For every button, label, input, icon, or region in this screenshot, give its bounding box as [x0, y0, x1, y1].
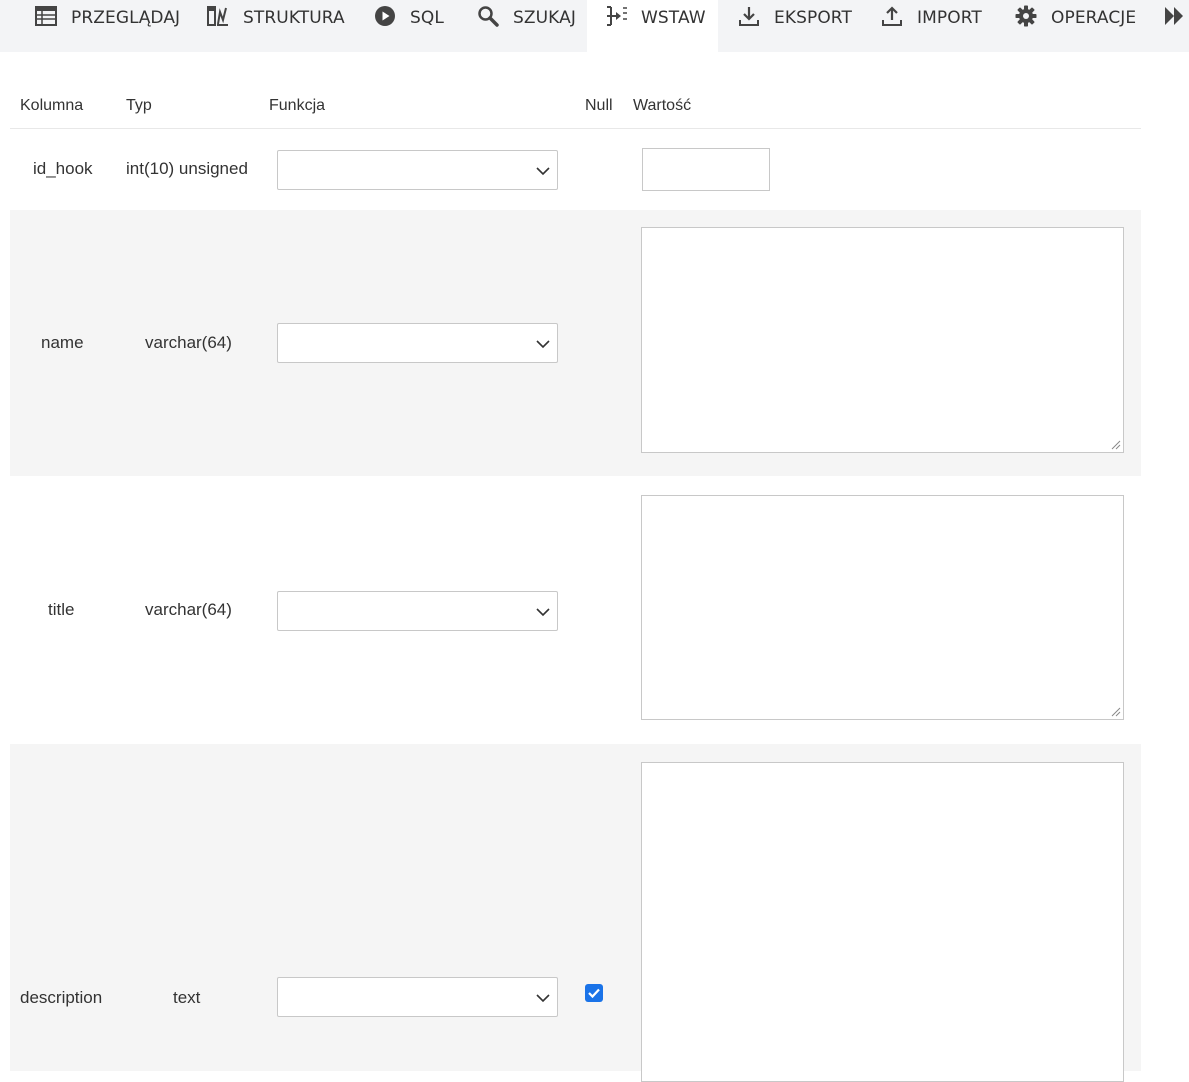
value-textarea[interactable]: [641, 495, 1124, 720]
chevron-down-icon: [536, 994, 550, 1003]
tab-structure[interactable]: STRUKTURA: [206, 0, 345, 52]
table-header: Kolumna Typ Funkcja Null Wartość: [10, 86, 1141, 129]
header-null: Null: [585, 97, 613, 114]
column-name: title: [48, 600, 75, 619]
export-icon: [739, 7, 759, 26]
table-browse-icon: [35, 6, 57, 26]
column-type: varchar(64): [145, 333, 232, 352]
import-icon: [882, 6, 902, 26]
tab-import[interactable]: IMPORT: [880, 0, 982, 52]
more-tabs-button[interactable]: [1163, 0, 1189, 52]
function-select[interactable]: [277, 323, 558, 363]
column-type: text: [173, 988, 201, 1007]
table-row: title varchar(64): [10, 476, 1141, 744]
insert-icon: [607, 6, 627, 26]
tab-search[interactable]: SZUKAJ: [476, 0, 576, 52]
chevron-down-icon: [536, 340, 550, 349]
value-textarea[interactable]: [641, 227, 1124, 453]
search-icon: [478, 6, 499, 27]
table-row: name varchar(64): [10, 210, 1141, 476]
tab-sql[interactable]: SQL: [373, 0, 444, 52]
chevron-down-icon: [536, 608, 550, 617]
tab-label: WSTAW: [641, 8, 706, 28]
tab-browse[interactable]: PRZEGLĄDAJ: [34, 0, 180, 52]
gear-icon: [1015, 5, 1037, 27]
function-select[interactable]: [277, 150, 558, 190]
tab-label: SZUKAJ: [513, 8, 576, 28]
function-select[interactable]: [277, 591, 558, 631]
tab-export[interactable]: EKSPORT: [737, 0, 852, 52]
resize-grip-icon[interactable]: [1109, 705, 1121, 717]
header-value: Wartość: [633, 97, 692, 114]
tab-operations[interactable]: OPERACJE: [1014, 0, 1136, 52]
tab-label: STRUKTURA: [243, 8, 345, 28]
value-input[interactable]: [642, 148, 770, 191]
header-column: Kolumna: [20, 97, 84, 114]
column-name: name: [41, 333, 84, 352]
tab-label: EKSPORT: [774, 8, 852, 28]
tab-label: PRZEGLĄDAJ: [71, 8, 181, 28]
resize-grip-icon[interactable]: [1109, 438, 1121, 450]
tab-label: SQL: [410, 8, 444, 28]
header-function: Funkcja: [269, 97, 326, 114]
column-name: id_hook: [33, 159, 93, 178]
tab-label: IMPORT: [917, 8, 982, 28]
checkmark-icon: [588, 988, 600, 999]
structure-icon: [207, 6, 228, 26]
value-textarea[interactable]: [641, 762, 1124, 1082]
table-row: description text: [10, 744, 1141, 1082]
sql-play-icon: [375, 6, 395, 26]
tab-label: OPERACJE: [1051, 8, 1137, 28]
chevron-down-icon: [536, 167, 550, 176]
column-name: description: [20, 988, 103, 1007]
table-row: id_hook int(10) unsigned: [10, 129, 1141, 210]
tab-bar: PRZEGLĄDAJ STRUKTURA SQL SZUKAJ WSTAW EK…: [0, 0, 1189, 52]
column-type: varchar(64): [145, 600, 232, 619]
column-type: int(10) unsigned: [126, 159, 248, 178]
more-tabs-icon: [1165, 7, 1183, 25]
function-select[interactable]: [277, 977, 558, 1017]
tab-insert[interactable]: WSTAW: [587, 0, 718, 52]
null-checkbox[interactable]: [585, 984, 603, 1002]
header-type: Typ: [126, 97, 152, 114]
